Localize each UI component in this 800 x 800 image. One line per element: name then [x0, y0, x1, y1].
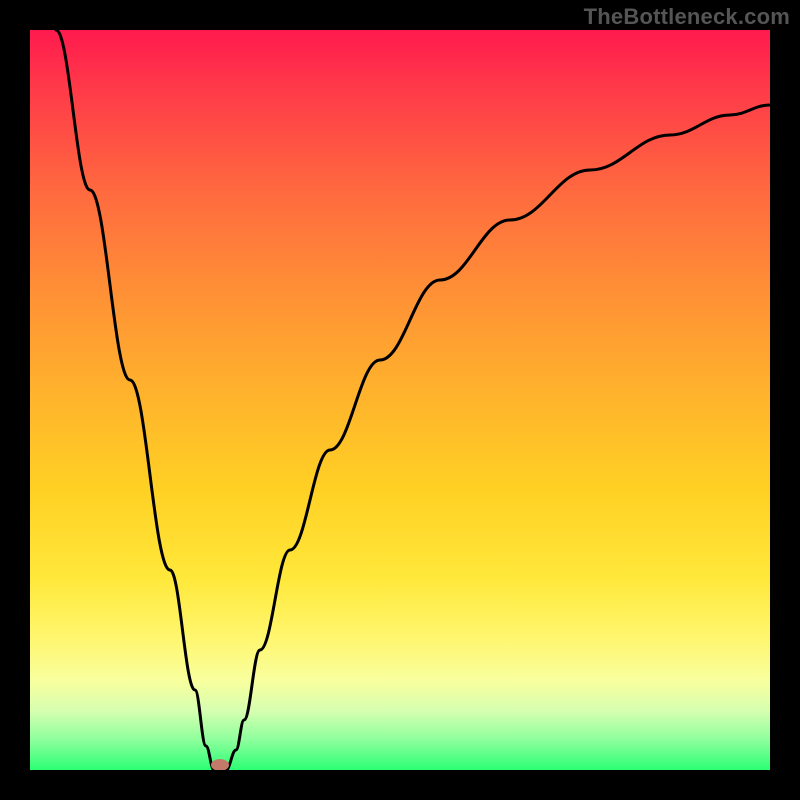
curve-path — [56, 30, 770, 770]
optimal-point-marker — [211, 759, 229, 770]
plot-area — [30, 30, 770, 770]
bottleneck-curve — [30, 30, 770, 770]
chart-frame: TheBottleneck.com — [0, 0, 800, 800]
attribution-text: TheBottleneck.com — [584, 4, 790, 30]
